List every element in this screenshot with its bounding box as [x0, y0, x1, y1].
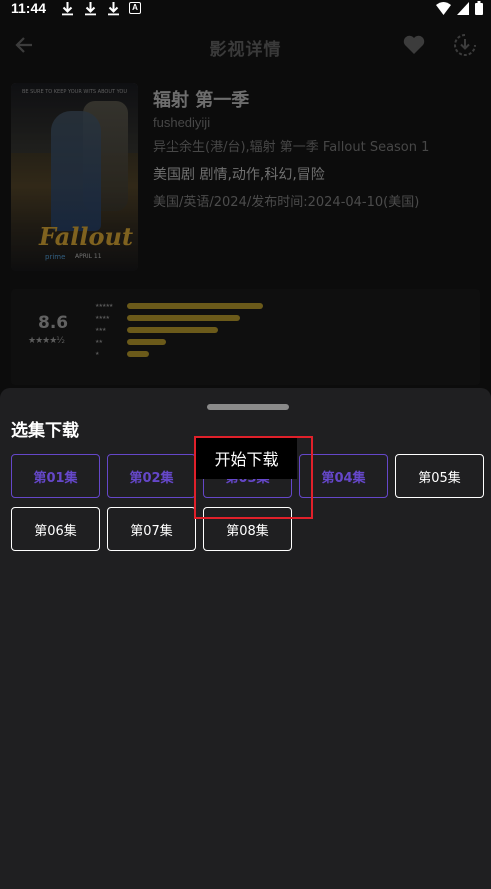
- status-bar: 11:44 A: [0, 0, 491, 18]
- movie-meta: 美国/英语/2024/发布时间:2024-04-10(美国): [153, 195, 420, 210]
- movie-pinyin: fushediyiji: [153, 115, 211, 130]
- movie-aliases: 异尘余生(港/台),辐射 第一季 Fallout Season 1: [153, 140, 430, 155]
- download-notification-icon: [83, 1, 98, 16]
- notification-icons: A: [60, 1, 141, 16]
- episode-button[interactable]: 第06集: [11, 507, 100, 551]
- download-button[interactable]: [452, 32, 478, 58]
- rating-panel: 8.6 ★★★★½ ★★★★★ ★★★★ ★★★ ★★ ★: [11, 289, 480, 385]
- favorite-button[interactable]: [401, 32, 427, 58]
- rating-distribution-row: ★★★: [95, 327, 219, 333]
- rating-row-stars: ★★★★: [95, 315, 110, 321]
- rating-row-stars: ★★: [95, 339, 103, 345]
- download-notification-icon: [106, 1, 121, 16]
- download-notification-icon: [60, 1, 75, 16]
- download-circle-icon: [454, 34, 476, 56]
- rating-distribution-row: ★: [95, 351, 149, 357]
- episode-button[interactable]: 第05集: [395, 454, 484, 498]
- rating-row-stars: ★: [95, 351, 99, 357]
- rating-bar: [127, 303, 263, 309]
- signal-icon: [457, 1, 469, 15]
- sheet-title: 选集下载: [11, 421, 79, 441]
- a-notification-icon: A: [129, 2, 141, 14]
- highlight-box: [194, 436, 313, 519]
- episode-button[interactable]: 第02集: [107, 454, 196, 498]
- poster-image: BE SURE TO KEEP YOUR WITS ABOUT YOU Fall…: [11, 83, 138, 271]
- system-icons: [436, 1, 483, 15]
- rating-row-stars: ★★★★★: [95, 303, 113, 309]
- header: 影视详情: [0, 26, 491, 66]
- rating-bar: [127, 339, 167, 345]
- rating-distribution-row: ★★★★: [95, 315, 240, 321]
- rating-score: 8.6: [38, 313, 69, 333]
- rating-distribution-row: ★★★★★: [95, 303, 263, 309]
- heart-icon: [403, 35, 425, 54]
- rating-bar: [127, 315, 240, 321]
- status-time: 11:44: [11, 0, 47, 16]
- movie-genres: 美国剧 剧情,动作,科幻,冒险: [153, 167, 325, 183]
- battery-icon: [475, 1, 483, 15]
- rating-row-stars: ★★★: [95, 327, 106, 333]
- rating-distribution-row: ★★: [95, 339, 167, 345]
- sheet-drag-handle[interactable]: [207, 404, 289, 410]
- rating-bar: [127, 327, 219, 333]
- episode-button[interactable]: 第01集: [11, 454, 100, 498]
- movie-title: 辐射 第一季: [153, 90, 250, 111]
- rating-bar: [127, 351, 149, 357]
- episode-button[interactable]: 第07集: [107, 507, 196, 551]
- rating-stars: ★★★★½: [28, 336, 65, 346]
- wifi-icon: [436, 1, 451, 15]
